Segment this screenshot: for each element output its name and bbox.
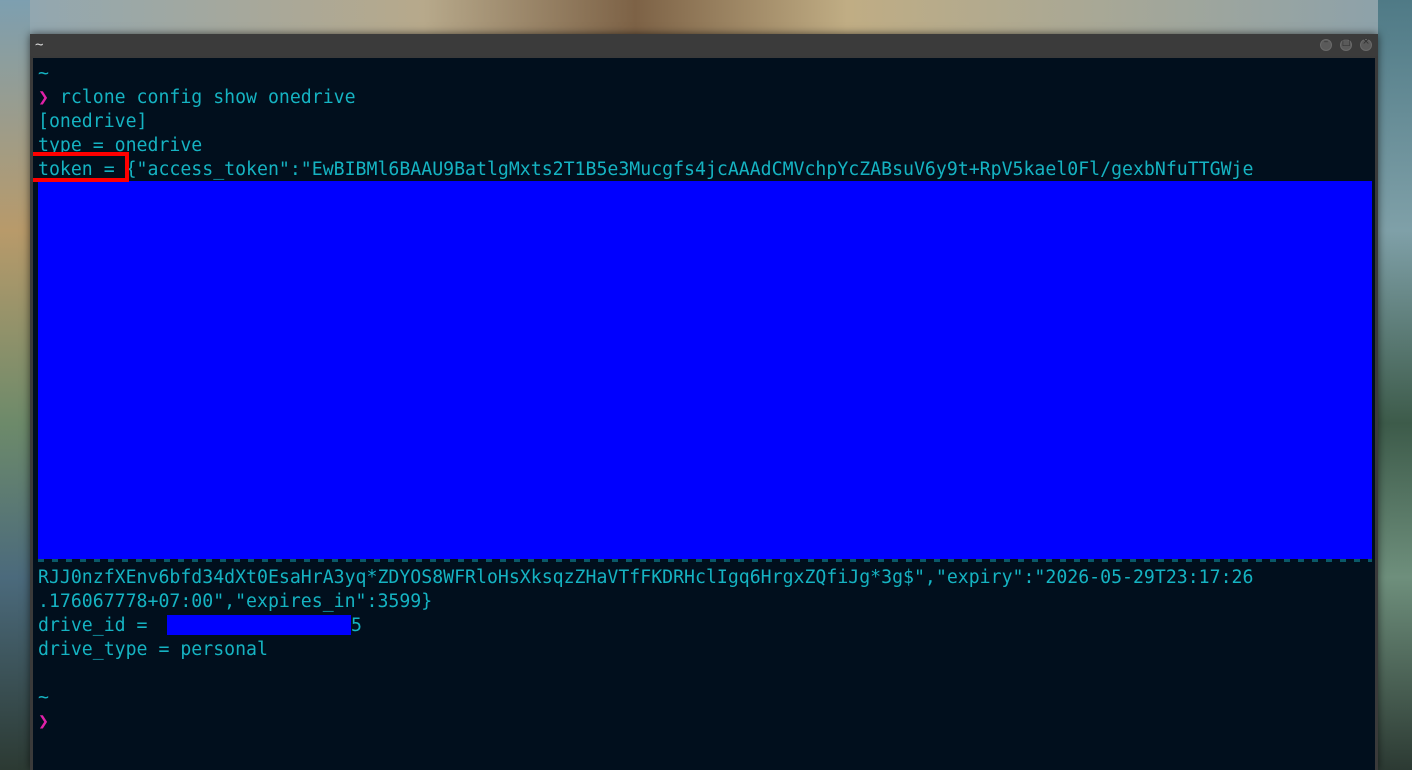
drive-id-suffix: 5 <box>351 614 362 638</box>
desktop-wallpaper-top <box>0 0 1412 34</box>
terminal-line-command: ❯ rclone config show onedrive <box>38 86 356 110</box>
config-section: [onedrive] <box>38 111 148 132</box>
maximize-button[interactable] <box>1340 38 1352 51</box>
window-title: ~ <box>35 37 44 53</box>
terminal-line-cwd-2: ~ <box>38 686 49 710</box>
token-expires: .176067778+07:00","expires_in":3599} <box>38 591 433 612</box>
redaction-residue <box>38 559 1372 562</box>
terminal-line-expires: .176067778+07:00","expires_in":3599} <box>38 590 432 614</box>
terminal-line-drive-id: drive_id = <box>38 614 158 638</box>
terminal-line-drive-type: drive_type = personal <box>38 638 268 662</box>
config-token: token = {"access_token":"EwBIBMl6BAAU9Ba… <box>38 159 1254 180</box>
drive-id-redaction <box>167 615 351 635</box>
terminal-line-token-end: RJJ0nzfXEnv6bfd34dXt0EsaHrA3yq*ZDYOS8WFR… <box>38 566 1253 590</box>
drive-type: drive_type = personal <box>38 639 268 660</box>
window-titlebar[interactable]: ~ <box>30 34 1378 56</box>
redaction-block <box>38 181 1372 559</box>
terminal-line-section: [onedrive] <box>38 110 148 134</box>
terminal-line-token: token = {"access_token":"EwBIBMl6BAAU9Ba… <box>38 158 1253 182</box>
terminal-line-cwd: ~ <box>38 62 49 86</box>
terminal-window: ~ ~ ❯ rclone config show onedrive [onedr… <box>30 34 1378 770</box>
terminal-output[interactable]: ~ ❯ rclone config show onedrive [onedriv… <box>33 58 1375 770</box>
drive-id-tail: 5 <box>351 615 362 636</box>
drive-id-key: drive_id = <box>38 615 159 636</box>
close-button[interactable] <box>1360 37 1372 51</box>
prompt-arrow-icon-2: ❯ <box>38 711 49 732</box>
cwd-text-2: ~ <box>38 687 49 708</box>
terminal-line-prompt[interactable]: ❯ <box>38 710 49 734</box>
annotation-highlight-box <box>33 152 129 182</box>
minimize-button[interactable] <box>1320 37 1332 51</box>
desktop-wallpaper-left <box>0 0 30 770</box>
prompt-arrow-icon: ❯ <box>38 87 49 108</box>
cwd-text: ~ <box>38 63 49 84</box>
token-tail: RJJ0nzfXEnv6bfd34dXt0EsaHrA3yq*ZDYOS8WFR… <box>38 567 1254 588</box>
desktop-wallpaper-right <box>1378 0 1412 770</box>
window-controls <box>1320 37 1372 51</box>
command-text: rclone config show onedrive <box>48 87 356 108</box>
